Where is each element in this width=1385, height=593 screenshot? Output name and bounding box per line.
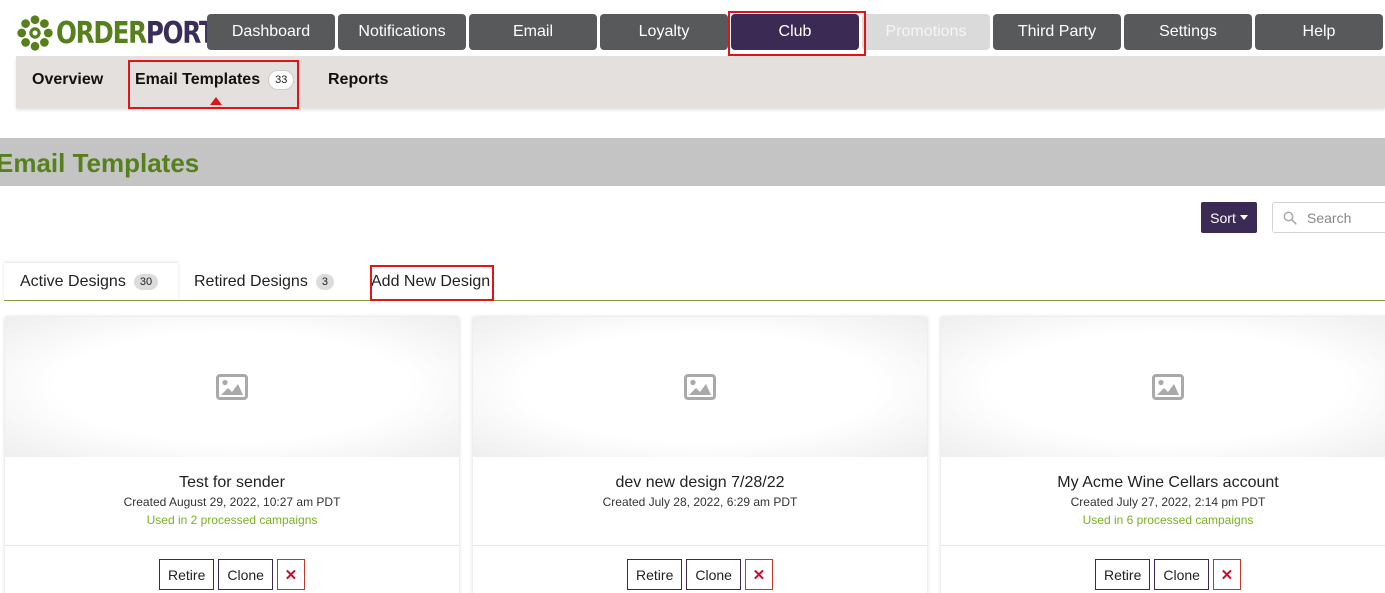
retire-button[interactable]: Retire bbox=[627, 559, 683, 590]
subnav-reports[interactable]: Reports bbox=[328, 71, 388, 89]
subnav-overview[interactable]: Overview bbox=[32, 71, 103, 89]
sort-button[interactable]: Sort bbox=[1201, 202, 1257, 233]
card-divider bbox=[5, 545, 459, 546]
delete-icon[interactable]: ✕ bbox=[744, 559, 773, 590]
card-actions: Retire Clone ✕ bbox=[473, 559, 927, 590]
retire-button[interactable]: Retire bbox=[1095, 559, 1151, 590]
card-actions: Retire Clone ✕ bbox=[941, 559, 1385, 590]
design-thumbnail[interactable] bbox=[941, 317, 1385, 457]
nav-dashboard[interactable]: Dashboard bbox=[207, 14, 335, 50]
design-usage-note: Used in 6 processed campaigns bbox=[1082, 513, 1254, 527]
design-usage-note: Used in 2 processed campaigns bbox=[146, 513, 318, 527]
image-placeholder-icon bbox=[216, 374, 248, 400]
search-icon bbox=[1283, 211, 1297, 225]
subnav-email-templates-label: Email Templates bbox=[135, 71, 261, 88]
design-card[interactable]: My Acme Wine Cellars account Created Jul… bbox=[941, 317, 1385, 593]
design-card[interactable]: Test for sender Created August 29, 2022,… bbox=[5, 317, 459, 593]
card-divider bbox=[473, 545, 927, 546]
tab-active-designs-label: Active Designs bbox=[20, 272, 126, 290]
tab-retired-designs-label: Retired Designs bbox=[194, 272, 308, 290]
delete-icon[interactable]: ✕ bbox=[276, 559, 305, 590]
nav-help[interactable]: Help bbox=[1255, 14, 1383, 50]
chevron-down-icon bbox=[1239, 215, 1248, 220]
nav-third-party[interactable]: Third Party bbox=[993, 14, 1121, 50]
design-created-date: Created July 27, 2022, 2:14 pm PDT bbox=[1070, 495, 1266, 509]
nav-email[interactable]: Email bbox=[469, 14, 597, 50]
logo-text-order: ORDER bbox=[56, 15, 147, 51]
card-actions: Retire Clone ✕ bbox=[5, 559, 459, 590]
tab-add-new-design[interactable]: Add New Design bbox=[371, 263, 490, 300]
search-input[interactable] bbox=[1307, 209, 1385, 226]
search-field[interactable] bbox=[1272, 202, 1385, 233]
nav-loyalty[interactable]: Loyalty bbox=[600, 14, 728, 50]
nav-notifications[interactable]: Notifications bbox=[338, 14, 466, 50]
retired-designs-count-badge: 3 bbox=[315, 273, 334, 290]
logo-wordmark: ORDERPORT bbox=[56, 15, 216, 51]
retire-button[interactable]: Retire bbox=[159, 559, 215, 590]
image-placeholder-icon bbox=[1152, 374, 1184, 400]
design-card[interactable]: dev new design 7/28/22 Created July 28, … bbox=[473, 317, 927, 593]
email-templates-count-badge: 33 bbox=[268, 70, 295, 90]
card-divider bbox=[941, 545, 1385, 546]
delete-icon[interactable]: ✕ bbox=[1212, 559, 1241, 590]
active-caret-indicator bbox=[210, 97, 222, 105]
tab-retired-designs[interactable]: Retired Designs 3 bbox=[194, 263, 334, 300]
flower-logo-icon bbox=[17, 15, 53, 51]
design-thumbnail[interactable] bbox=[473, 317, 927, 457]
clone-button[interactable]: Clone bbox=[218, 559, 273, 590]
tab-active-designs[interactable]: Active Designs 30 bbox=[4, 263, 178, 300]
design-name: My Acme Wine Cellars account bbox=[1057, 474, 1279, 491]
tab-add-new-design-label: Add New Design bbox=[371, 272, 491, 290]
clone-button[interactable]: Clone bbox=[1154, 559, 1209, 590]
subnav-reports-label: Reports bbox=[328, 71, 389, 88]
clone-button[interactable]: Clone bbox=[686, 559, 741, 590]
design-tabs: Active Designs 30 Retired Designs 3 Add … bbox=[4, 263, 1385, 301]
sort-label: Sort bbox=[1210, 209, 1236, 226]
logo-text-port: PORT bbox=[145, 15, 216, 51]
nav-settings[interactable]: Settings bbox=[1124, 14, 1252, 50]
design-created-date: Created August 29, 2022, 10:27 am PDT bbox=[123, 495, 341, 509]
design-thumbnail[interactable] bbox=[5, 317, 459, 457]
design-created-date: Created July 28, 2022, 6:29 am PDT bbox=[602, 495, 798, 509]
design-name: Test for sender bbox=[179, 474, 285, 491]
subnav-overview-label: Overview bbox=[32, 71, 104, 88]
nav-club[interactable]: Club bbox=[731, 14, 859, 50]
page-title-bar: Email Templates bbox=[0, 138, 1385, 186]
subnav-email-templates[interactable]: Email Templates 33 bbox=[135, 70, 295, 90]
main-navigation: Dashboard Notifications Email Loyalty Cl… bbox=[207, 14, 1383, 50]
page-title: Email Templates bbox=[0, 148, 200, 178]
design-name: dev new design 7/28/22 bbox=[615, 474, 785, 491]
nav-promotions: Promotions bbox=[862, 14, 990, 50]
active-designs-count-badge: 30 bbox=[133, 273, 159, 290]
image-placeholder-icon bbox=[684, 374, 716, 400]
